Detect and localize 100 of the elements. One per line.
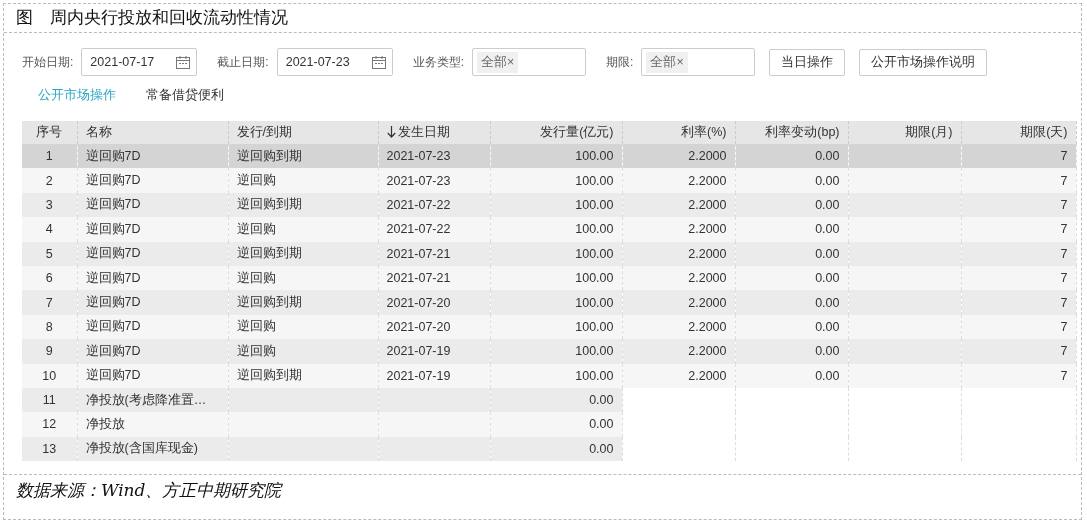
table-cell: 净投放: [77, 412, 228, 437]
table-cell: 7: [961, 290, 1076, 315]
source-note: 数据来源：Wind、方正中期研究院: [4, 474, 1081, 503]
table-cell: 逆回购7D: [77, 192, 228, 218]
table-cell: 逆回购到期: [228, 241, 378, 266]
table-cell: 0.00: [735, 144, 848, 169]
column-header[interactable]: 发生日期: [378, 121, 490, 144]
table-cell: 9: [22, 339, 77, 364]
table-cell: 0.00: [490, 436, 622, 462]
table-cell: 逆回购到期: [228, 290, 378, 315]
table-cell: 2.2000: [622, 265, 735, 291]
table-cell: 100.00: [490, 217, 622, 242]
table-cell: 0.00: [735, 339, 848, 364]
filter-tag: 全部×: [646, 51, 688, 73]
table-cell: 2021-07-20: [378, 314, 490, 340]
calendar-icon: [176, 55, 191, 69]
table-cell: 5: [22, 241, 77, 266]
field-label: 截止日期:: [217, 53, 269, 71]
table-cell: 逆回购到期: [228, 363, 378, 388]
table-cell: 逆回购7D: [77, 144, 228, 169]
table-cell: 100.00: [490, 168, 622, 193]
table-cell: 2.2000: [622, 339, 735, 364]
table-cell: 2.2000: [622, 168, 735, 193]
table-cell: 7: [961, 363, 1076, 388]
table-cell: 0.00: [735, 168, 848, 193]
date-field[interactable]: 2021-07-23: [276, 48, 393, 76]
table-cell: 2021-07-23: [378, 168, 490, 193]
table-cell: 7: [961, 339, 1076, 364]
calendar-icon: [371, 55, 386, 69]
table-cell: 100.00: [490, 339, 622, 364]
table-cell: 逆回购: [228, 217, 378, 242]
table-cell: 100.00: [490, 265, 622, 291]
tab[interactable]: 常备借贷便利: [146, 87, 224, 113]
table-cell: 13: [22, 436, 77, 462]
table-cell: 2021-07-23: [378, 144, 490, 169]
column-header[interactable]: 序号: [22, 121, 77, 144]
column-header[interactable]: 利率(%): [622, 121, 735, 144]
table-cell: 7: [961, 168, 1076, 193]
table-cell: 10: [22, 363, 77, 388]
table-cell: 逆回购: [228, 265, 378, 291]
table-cell: 2.2000: [622, 192, 735, 218]
column-header[interactable]: 发行量(亿元): [490, 121, 622, 144]
table-cell: 2021-07-21: [378, 265, 490, 291]
table-cell: 净投放(含国库现金): [77, 436, 228, 462]
table-cell: 1: [22, 144, 77, 169]
field-label: 期限:: [606, 53, 634, 71]
column-header[interactable]: 期限(月): [848, 121, 961, 144]
column-header[interactable]: 期限(天): [961, 121, 1076, 144]
table-cell: 逆回购: [228, 314, 378, 340]
table-cell: 0.00: [735, 217, 848, 242]
select-field[interactable]: 全部×: [641, 48, 756, 76]
table-cell: 3: [22, 192, 77, 218]
table-cell: 2.2000: [622, 241, 735, 266]
table-cell: 4: [22, 217, 77, 242]
table-cell: 0.00: [735, 192, 848, 218]
table-cell: 逆回购7D: [77, 314, 228, 340]
action-button[interactable]: 当日操作: [769, 48, 846, 76]
table-cell: 0.00: [735, 314, 848, 340]
table-cell: 100.00: [490, 144, 622, 169]
sort-arrow-icon: [386, 126, 396, 139]
table-cell: 7: [961, 144, 1076, 169]
table-cell: 7: [961, 241, 1076, 266]
table-cell: 12: [22, 412, 77, 437]
select-field[interactable]: 全部×: [472, 48, 587, 76]
table-cell: 100.00: [490, 290, 622, 315]
table-cell: 逆回购7D: [77, 217, 228, 242]
figure-title: 图 周内央行投放和回收流动性情况: [4, 4, 1081, 33]
action-button[interactable]: 公开市场操作说明: [859, 48, 988, 76]
table-cell: 100.00: [490, 363, 622, 388]
table-cell: 6: [22, 265, 77, 291]
table-cell: 2021-07-22: [378, 217, 490, 242]
table-cell: 0.00: [490, 412, 622, 437]
table-cell: 逆回购7D: [77, 363, 228, 388]
column-header[interactable]: 利率变动(bp): [735, 121, 848, 144]
table-cell: 2.2000: [622, 144, 735, 169]
table-cell: 净投放(考虑降准置…: [77, 387, 228, 413]
column-header[interactable]: 发行/到期: [228, 121, 378, 144]
table-cell: 逆回购7D: [77, 168, 228, 193]
column-header[interactable]: 名称: [77, 121, 228, 144]
date-field[interactable]: 2021-07-17: [81, 48, 198, 76]
table-cell: 100.00: [490, 314, 622, 340]
table-cell: 2: [22, 168, 77, 193]
table-cell: 逆回购到期: [228, 192, 378, 218]
table-cell: 7: [961, 314, 1076, 340]
field-label: 业务类型:: [412, 53, 465, 71]
table-cell: 0.00: [490, 387, 622, 413]
table-cell: 2021-07-22: [378, 192, 490, 218]
table-cell: 8: [22, 314, 77, 340]
table-cell: 2.2000: [622, 314, 735, 340]
table-cell: 7: [22, 290, 77, 315]
table-cell: 逆回购7D: [77, 265, 228, 291]
table-cell: 100.00: [490, 241, 622, 266]
table-cell: 2021-07-19: [378, 363, 490, 388]
table-cell: 逆回购: [228, 339, 378, 364]
table-cell: 2.2000: [622, 363, 735, 388]
table-cell: 逆回购: [228, 168, 378, 193]
table-cell: 11: [22, 387, 77, 413]
table-cell: 0.00: [735, 241, 848, 266]
table-cell: 7: [961, 265, 1076, 291]
table-cell: 2.2000: [622, 290, 735, 315]
